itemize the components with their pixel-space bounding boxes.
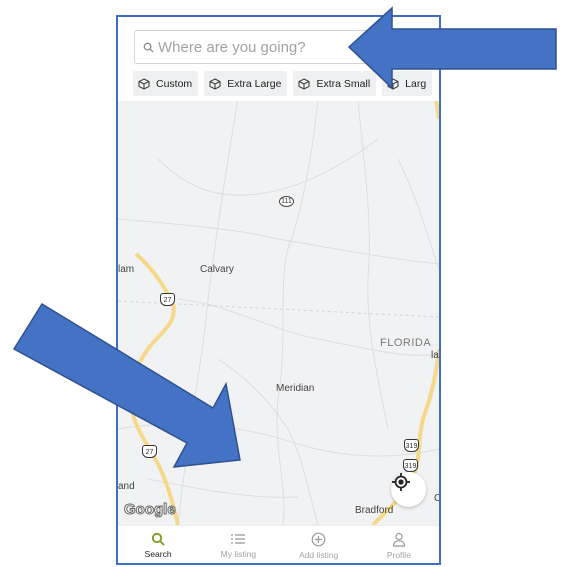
google-logo: Google xyxy=(124,501,177,519)
box-icon xyxy=(209,77,221,90)
tab-label: Add listing xyxy=(299,550,339,560)
search-icon xyxy=(152,532,165,546)
tab-add-listing[interactable]: Add listing xyxy=(279,526,359,563)
phone-screen: lam Calvary FLORIDA la inson Meridian an… xyxy=(116,15,441,565)
tab-label: Profile xyxy=(386,550,411,560)
box-icon xyxy=(138,77,150,90)
tab-label: Search xyxy=(144,549,172,559)
chip-extra-large[interactable]: Extra Large xyxy=(204,71,288,96)
tab-my-listing[interactable]: My listing xyxy=(198,526,278,563)
tab-profile[interactable]: Profile xyxy=(359,526,439,563)
chip-label: Custom xyxy=(156,77,193,90)
list-icon xyxy=(231,534,246,544)
map-label-meridian: Meridian xyxy=(276,383,315,394)
annotation-arrow-search xyxy=(347,6,557,90)
map-label-and: and xyxy=(118,481,135,492)
annotation-arrow-map xyxy=(12,302,241,468)
map-label-calvary: Calvary xyxy=(200,264,234,275)
route-319-shield: 319 xyxy=(404,439,419,452)
route-319-shield-lower: 319 xyxy=(403,459,418,472)
chip-custom[interactable]: Custom xyxy=(133,71,199,96)
add-circle-icon xyxy=(311,532,326,547)
map-label-bradford: Bradford xyxy=(355,505,394,516)
crosshair-icon xyxy=(392,473,410,491)
route-111-marker: 111 xyxy=(279,196,294,207)
map-label-c: C xyxy=(434,493,441,504)
my-location-button[interactable] xyxy=(391,472,426,507)
chip-label: Extra Large xyxy=(227,77,282,90)
map-label-lam: lam xyxy=(118,264,135,275)
map-label-la: la xyxy=(431,350,439,361)
search-icon xyxy=(143,42,154,53)
user-icon xyxy=(392,532,405,547)
tab-label: My listing xyxy=(220,549,257,559)
bottom-tab-bar: Search My listing Add listing Profile xyxy=(118,525,439,563)
map-label-florida: FLORIDA xyxy=(380,337,432,349)
tab-search[interactable]: Search xyxy=(118,526,198,563)
box-icon xyxy=(298,77,310,90)
